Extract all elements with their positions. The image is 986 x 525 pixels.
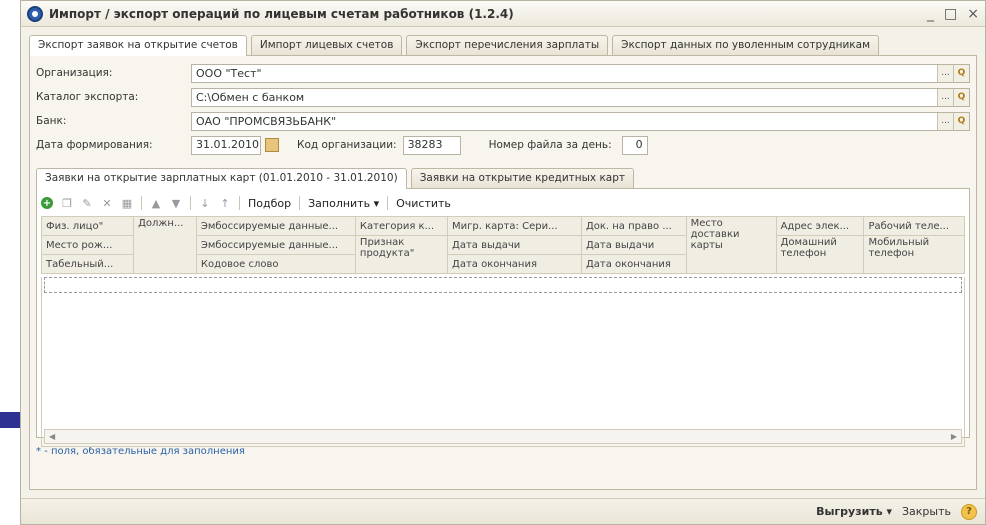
orgcode-field[interactable]: 38283	[402, 135, 461, 155]
bank-label: Банк:	[36, 115, 67, 127]
col-kodovoe-slovo[interactable]: Кодовое слово	[195, 254, 356, 274]
required-fields-note: * - поля, обязательные для заполнения	[36, 446, 245, 457]
inner-tabs: Заявки на открытие зарплатных карт (01.0…	[36, 168, 970, 189]
date-row: Дата формирования: 31.01.2010 Код органи…	[36, 134, 970, 156]
requests-table-header: Физ. лицо" Должн... Эмбоссируемые данные…	[40, 216, 965, 274]
col-domashniy-tel[interactable]: Домашний телефон	[775, 235, 865, 274]
clear-button[interactable]: Очистить	[396, 197, 451, 210]
export-panel: Организация: ООО "Тест" ... Q Каталог эк…	[29, 55, 977, 490]
window-title: Импорт / экспорт операций по лицевым сче…	[49, 6, 514, 21]
edit-icon[interactable]: ✎	[81, 197, 93, 210]
col-migr-karta[interactable]: Мигр. карта: Сери...	[447, 216, 582, 236]
bottom-bar: Выгрузить ▾ Закрыть ?	[21, 498, 985, 524]
catalog-value: С:\Обмен с банком	[196, 90, 305, 104]
org-label: Организация:	[36, 67, 113, 79]
toolbar-separator	[141, 196, 142, 210]
bank-search-icon[interactable]: Q	[953, 112, 969, 130]
title-bar: Импорт / экспорт операций по лицевым сче…	[21, 1, 985, 27]
app-logo-icon	[27, 5, 43, 22]
col-dok-na-pravo[interactable]: Док. на право ...	[580, 216, 687, 236]
tab-export-dismissed[interactable]: Экспорт данных по уволенным сотрудникам	[612, 35, 879, 55]
move-up-icon[interactable]: ▲	[150, 197, 162, 210]
maximize-icon[interactable]: □	[944, 6, 957, 22]
scroll-right-icon[interactable]: ▶	[951, 432, 957, 441]
table-toolbar: + ❐ ✎ ✕ ▦ ▲ ▼ ↓ ↑ Подбор Заполнить ▾ Очи…	[41, 193, 965, 213]
org-search-icon[interactable]: Q	[953, 64, 969, 82]
copy-icon[interactable]: ❐	[61, 197, 73, 210]
scroll-left-icon[interactable]: ◀	[49, 432, 55, 441]
toolbar-separator	[239, 196, 240, 210]
date-field[interactable]: 31.01.2010	[191, 135, 261, 155]
orgcode-label: Код организации:	[297, 139, 397, 151]
catalog-search-icon[interactable]: Q	[953, 88, 969, 106]
close-button[interactable]: Закрыть	[902, 505, 951, 518]
filenum-field[interactable]: 0	[621, 135, 648, 155]
minimize-icon[interactable]: _	[927, 6, 934, 22]
main-tabs: Экспорт заявок на открытие счетов Импорт…	[29, 35, 977, 56]
sort-desc-icon[interactable]: ↑	[219, 197, 231, 210]
org-value: ООО "Тест"	[196, 66, 262, 80]
catalog-field[interactable]: С:\Обмен с банком ... Q	[191, 87, 970, 107]
bank-select-button[interactable]: ...	[937, 112, 953, 130]
window-body: Экспорт заявок на открытие счетов Импорт…	[29, 35, 977, 496]
col-fiz-litso[interactable]: Физ. лицо"	[40, 216, 135, 236]
catalog-label: Каталог экспорта:	[36, 91, 139, 103]
toolbar-separator	[299, 196, 301, 210]
table-icon[interactable]: ▦	[121, 197, 133, 210]
export-button[interactable]: Выгрузить ▾	[816, 505, 892, 518]
col-mesto-dostavki[interactable]: Место доставки карты	[685, 216, 777, 274]
filenum-label: Номер файла за день:	[488, 139, 612, 151]
col-mobilnyy-tel[interactable]: Мобильный телефон	[863, 235, 965, 274]
toolbar-separator	[190, 196, 191, 210]
bank-value: ОАО "ПРОМСВЯЗЬБАНК"	[196, 114, 337, 128]
table-body[interactable]: ◀ ▶	[41, 277, 965, 447]
tab-salary-cards[interactable]: Заявки на открытие зарплатных карт (01.0…	[36, 168, 407, 189]
window-controls: _ □ ×	[927, 6, 979, 22]
col-dolzhnost[interactable]: Должн...	[133, 216, 197, 274]
col-tabelnyy[interactable]: Табельный...	[40, 254, 135, 274]
org-select-button[interactable]: ...	[937, 64, 953, 82]
col-emboss-1[interactable]: Эмбоссируемые данные...	[195, 216, 356, 236]
org-field[interactable]: ООО "Тест" ... Q	[191, 63, 970, 83]
col-dok-data-vydachi[interactable]: Дата выдачи	[580, 235, 687, 255]
main-window: Импорт / экспорт операций по лицевым сче…	[20, 0, 986, 525]
header-row-1: Физ. лицо" Должн... Эмбоссируемые данные…	[40, 216, 965, 274]
col-priznak-produkta[interactable]: Признак продукта"	[354, 235, 449, 274]
col-mesto-rozh[interactable]: Место рож...	[40, 235, 135, 255]
tab-import-accounts[interactable]: Импорт лицевых счетов	[250, 35, 403, 55]
calendar-icon[interactable]	[265, 138, 279, 152]
requests-panel: + ❐ ✎ ✕ ▦ ▲ ▼ ↓ ↑ Подбор Заполнить ▾ Очи…	[36, 188, 970, 447]
toolbar-separator	[387, 196, 389, 210]
horizontal-scrollbar[interactable]: ◀ ▶	[44, 429, 962, 444]
catalog-row: Каталог экспорта: С:\Обмен с банком ... …	[36, 86, 970, 108]
add-icon[interactable]: +	[41, 197, 53, 209]
bank-row: Банк: ОАО "ПРОМСВЯЗЬБАНК" ... Q	[36, 110, 970, 132]
delete-icon[interactable]: ✕	[101, 197, 113, 210]
fill-button[interactable]: Заполнить ▾	[308, 197, 379, 210]
close-icon[interactable]: ×	[967, 6, 979, 22]
col-migr-data-okonch[interactable]: Дата окончания	[447, 254, 582, 274]
podbor-button[interactable]: Подбор	[248, 197, 291, 210]
catalog-select-button[interactable]: ...	[937, 88, 953, 106]
col-kategoriya[interactable]: Категория к...	[354, 216, 449, 236]
date-label: Дата формирования:	[36, 139, 153, 151]
tab-export-salary[interactable]: Экспорт перечисления зарплаты	[406, 35, 609, 55]
tab-credit-cards[interactable]: Заявки на открытие кредитных карт	[410, 168, 635, 188]
col-dok-data-okonch[interactable]: Дата окончания	[580, 254, 687, 274]
empty-selected-row[interactable]	[44, 277, 962, 293]
help-icon[interactable]: ?	[961, 503, 977, 520]
col-rabochiy-tel[interactable]: Рабочий теле...	[863, 216, 965, 236]
org-row: Организация: ООО "Тест" ... Q	[36, 62, 970, 84]
col-adres-elek[interactable]: Адрес элек...	[775, 216, 865, 236]
tab-export-requests[interactable]: Экспорт заявок на открытие счетов	[29, 35, 247, 56]
col-emboss-2[interactable]: Эмбоссируемые данные...	[195, 235, 356, 255]
col-migr-data-vydachi[interactable]: Дата выдачи	[447, 235, 582, 255]
bank-field[interactable]: ОАО "ПРОМСВЯЗЬБАНК" ... Q	[191, 111, 970, 131]
sort-asc-icon[interactable]: ↓	[199, 197, 211, 210]
move-down-icon[interactable]: ▼	[170, 197, 182, 210]
